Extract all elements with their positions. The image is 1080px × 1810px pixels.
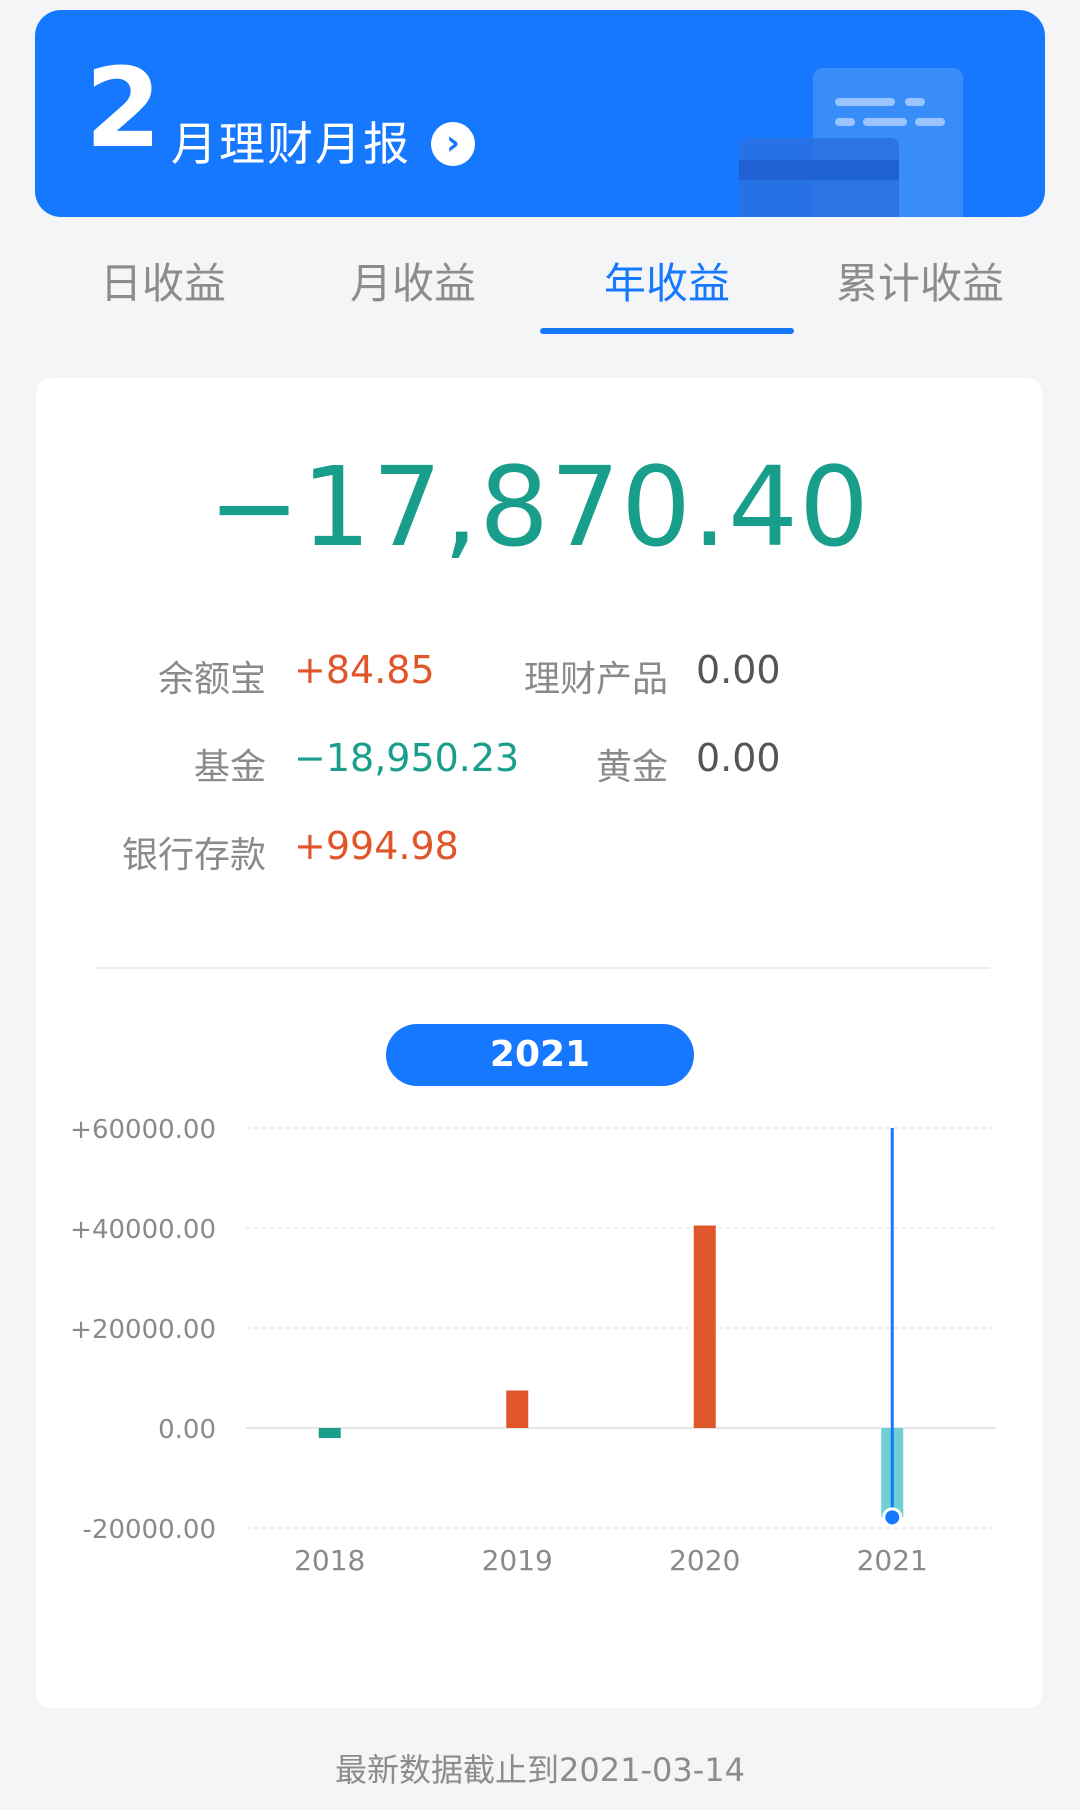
x-tick-label: 2019 — [482, 1544, 553, 1577]
breakdown-label-yuebao: 余额宝 — [157, 659, 266, 700]
bar-2020 — [693, 1225, 716, 1428]
y-tick-label: +60000.00 — [70, 1115, 216, 1145]
total-earnings: −17,870.40 — [208, 443, 870, 571]
tab-cumulative[interactable]: 累计收益 — [795, 250, 1045, 311]
chevron-right-icon[interactable]: › — [431, 122, 475, 166]
y-tick-label: +20000.00 — [70, 1315, 216, 1345]
bar-2019 — [506, 1390, 529, 1428]
data-cutoff-note: 最新数据截止到2021-03-14 — [335, 1751, 745, 1789]
breakdown-value-yuebao: +84.85 — [294, 648, 435, 692]
bar-2018 — [318, 1428, 341, 1438]
breakdown-label-wealth-products: 理财产品 — [523, 659, 668, 700]
selection-dot — [885, 1510, 900, 1525]
breakdown-value-gold: 0.00 — [696, 736, 781, 780]
divider — [96, 967, 990, 969]
breakdown-label-gold: 黄金 — [595, 747, 668, 788]
breakdown-label-fund: 基金 — [193, 747, 266, 788]
card-illustration-icon — [739, 68, 963, 217]
yearly-earnings-chart: +60000.00 +40000.00 +20000.00 0.00 -20000.00… — [70, 1115, 996, 1577]
tab-monthly[interactable]: 月收益 — [288, 250, 538, 311]
y-tick-label: 0.00 — [158, 1415, 216, 1445]
tab-yearly[interactable]: 年收益 — [542, 250, 792, 311]
report-title: 月理财月报 — [171, 117, 411, 171]
earnings-card: −17,870.40 余额宝 +84.85 理财产品 0.00 基金 −18,9… — [36, 378, 1042, 1708]
x-tick-label: 2020 — [669, 1544, 740, 1577]
x-tick-label: 2018 — [294, 1544, 365, 1577]
y-tick-label: -20000.00 — [83, 1515, 216, 1545]
tab-daily[interactable]: 日收益 — [38, 250, 288, 311]
x-tick-label: 2021 — [857, 1544, 928, 1577]
active-tab-indicator — [540, 328, 794, 334]
breakdown-value-wealth-products: 0.00 — [696, 648, 781, 692]
report-month: 2 — [85, 44, 162, 172]
y-tick-label: +40000.00 — [70, 1215, 216, 1245]
breakdown-value-bank-deposit: +994.98 — [294, 824, 459, 868]
monthly-report-banner[interactable]: 2 月理财月报 › — [35, 10, 1045, 217]
breakdown-label-bank-deposit: 银行存款 — [121, 835, 266, 876]
selected-year-pill[interactable]: 2021 — [386, 1024, 694, 1086]
period-tabs: 日收益 月收益 年收益 累计收益 — [0, 240, 1080, 340]
